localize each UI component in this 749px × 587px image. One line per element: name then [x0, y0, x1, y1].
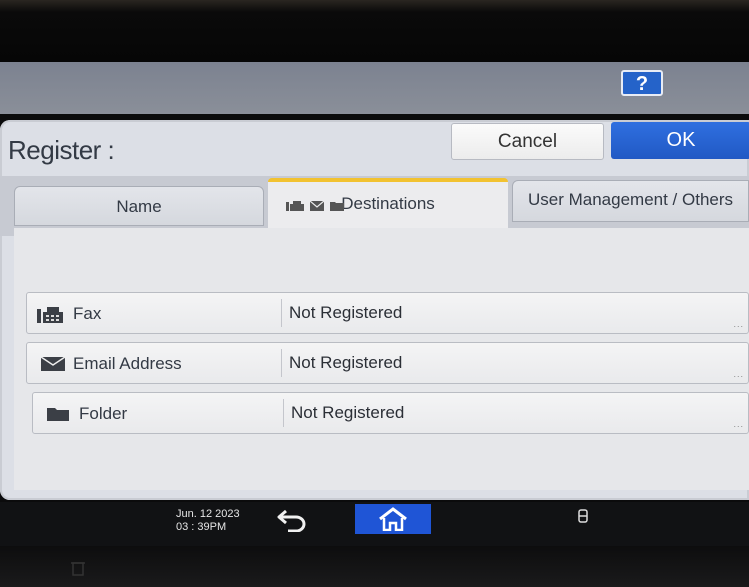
- dialog-title: Register :: [8, 135, 115, 165]
- destination-row-folder[interactable]: Folder Not Registered ...: [32, 392, 749, 434]
- folder-icon: [330, 202, 344, 211]
- job-status-icon[interactable]: [578, 509, 588, 523]
- destination-value: Not Registered: [289, 303, 403, 322]
- home-button[interactable]: [355, 504, 431, 534]
- cancel-button[interactable]: Cancel: [451, 123, 604, 160]
- more-icon: ...: [733, 319, 744, 329]
- tab-user-management[interactable]: User Management / Others: [512, 180, 749, 222]
- destinations-tab-icons: [286, 200, 344, 212]
- destination-value: Not Registered: [289, 353, 403, 372]
- row-divider: [281, 299, 282, 327]
- destination-row-fax[interactable]: Fax Not Registered ...: [26, 292, 749, 334]
- destination-label: Fax: [73, 304, 102, 323]
- date-text: Jun. 12 2023: [176, 508, 240, 520]
- fax-icon: [286, 201, 304, 211]
- destination-row-email[interactable]: Email Address Not Registered ...: [26, 342, 749, 384]
- envelope-icon: [310, 201, 324, 211]
- help-button[interactable]: ?: [621, 70, 663, 96]
- folder-icon: [47, 408, 69, 421]
- home-icon: [379, 507, 407, 531]
- tab-name[interactable]: Name: [14, 186, 264, 226]
- envelope-icon: [41, 357, 65, 371]
- fax-icon: [37, 307, 63, 323]
- more-icon: ...: [733, 419, 744, 429]
- time-text: 03 : 39PM: [176, 521, 227, 533]
- date-time: Jun. 12 2023 03 : 39PM: [176, 508, 240, 534]
- back-icon[interactable]: [276, 508, 308, 532]
- row-divider: [283, 399, 284, 427]
- ok-button[interactable]: OK: [611, 122, 749, 159]
- more-icon: ...: [733, 369, 744, 379]
- destination-label: Folder: [79, 404, 128, 423]
- trash-icon: [71, 562, 85, 576]
- screen-bezel-bottom: [0, 546, 749, 587]
- destination-label: Email Address: [73, 354, 182, 373]
- row-divider: [281, 349, 282, 377]
- destination-value: Not Registered: [291, 403, 405, 422]
